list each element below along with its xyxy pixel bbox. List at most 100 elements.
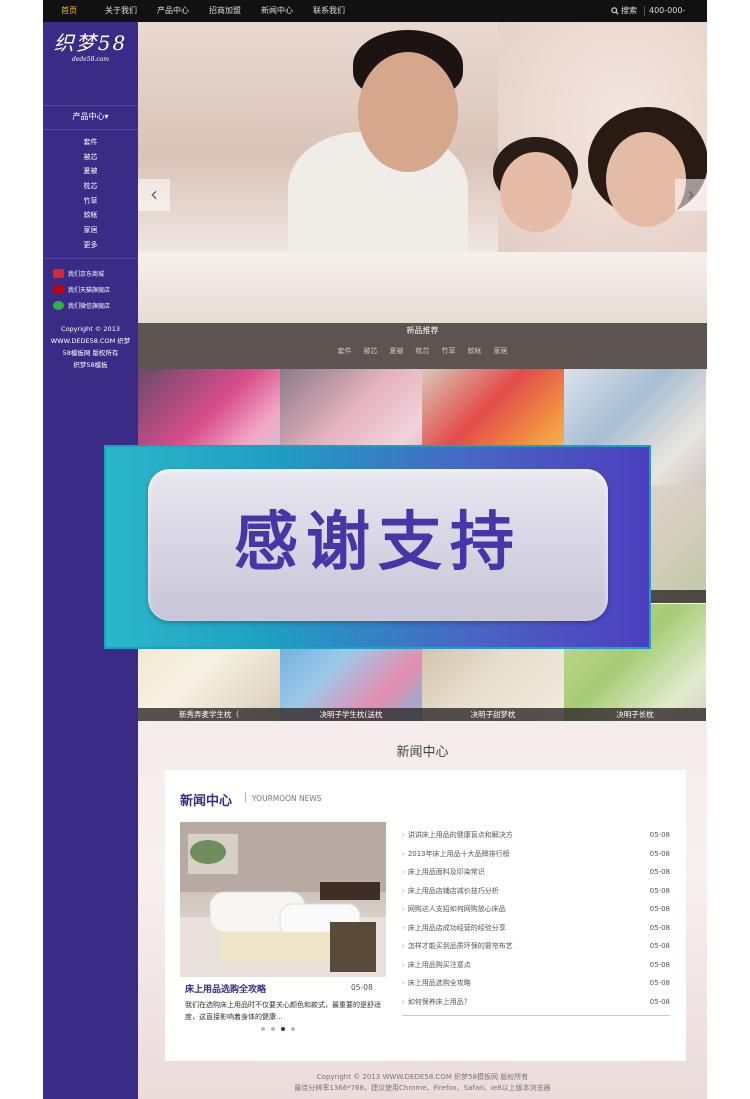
- category-list: 套件 被芯 夏被 枕芯 竹草 蚊帐 家居 更多: [43, 135, 138, 253]
- category-item[interactable]: 更多: [43, 238, 138, 253]
- thanks-banner-plate: 感谢支持: [148, 469, 608, 621]
- news-card-separator: |: [244, 792, 248, 803]
- new-products-categories: 套件 被芯 夏被 枕芯 竹草 蚊帐 家居: [138, 346, 707, 356]
- news-item-date: 05-08: [649, 905, 670, 913]
- footer-copyright: Copyright © 2013 WWW.DEDE58.COM 织梦58模板网 …: [316, 1073, 529, 1081]
- shop-label: 我们微信旗舰店: [68, 302, 111, 310]
- sidebar-copyright: Copyright © 2013 WWW.DEDE58.COM 织梦 58模板网…: [47, 323, 134, 371]
- news-item-date: 05-08: [649, 849, 670, 858]
- hero-photo-father-face: [358, 52, 458, 172]
- news-list-item[interactable]: 如何保养床上用品？ 05-08: [402, 993, 670, 1012]
- jd-shop-link[interactable]: 我们京东商城: [53, 265, 138, 281]
- main-menu: 首页 关于我们 产品中心 招商加盟 新闻中心 联系我们: [43, 0, 355, 22]
- shop-links: 我们京东商城 我们天猫旗舰店 我们微信旗舰店: [53, 265, 138, 313]
- news-item-date: 05-08: [649, 979, 670, 987]
- new-products-tab[interactable]: 枕芯: [416, 346, 430, 356]
- category-item[interactable]: 套件: [43, 135, 138, 150]
- search-icon: [611, 7, 619, 15]
- news-list-item[interactable]: 网购达人支招如何网购放心床品 05-08: [402, 900, 670, 919]
- news-list-item[interactable]: 床上用品店成功经营的经验分享 05-08: [402, 919, 670, 938]
- new-products-tab[interactable]: 家居: [494, 346, 508, 356]
- new-products-tab[interactable]: 套件: [338, 346, 352, 356]
- news-item-date: 05-08: [649, 960, 670, 969]
- news-list-item[interactable]: 床上用品面料及印染常识 05-08: [402, 863, 670, 882]
- chevron-right-icon: ›: [687, 182, 695, 206]
- category-item[interactable]: 蚊帐: [43, 208, 138, 223]
- thanks-banner-text: 感谢支持: [234, 506, 522, 580]
- news-list-item[interactable]: 怎样才能买到品质环保的婴帘布艺 05-08: [402, 937, 670, 956]
- shop-label: 我们天猫旗舰店: [68, 286, 111, 294]
- sidebar-divider: [43, 105, 138, 106]
- category-item[interactable]: 枕芯: [43, 179, 138, 194]
- nav-products[interactable]: 产品中心: [147, 0, 199, 22]
- news-list-item[interactable]: 2013年床上用品十大品牌排行榜 05-08: [402, 845, 670, 864]
- news-item-date: 05-08: [649, 997, 670, 1006]
- news-item-date: 05-08: [649, 831, 670, 839]
- product-caption: 决明子长枕: [564, 708, 706, 721]
- carousel-dot[interactable]: [261, 1027, 265, 1031]
- new-products-tab[interactable]: 被芯: [364, 346, 378, 356]
- news-list-item[interactable]: 床上用品店铺店减价技巧分析 05-08: [402, 882, 670, 901]
- news-card-title: 新闻中心: [180, 794, 233, 809]
- news-list: 讲讲床上用品的健康盲点和解决方 05-08 2013年床上用品十大品牌排行榜 05-…: [402, 826, 670, 1016]
- nav-about[interactable]: 关于我们: [95, 0, 147, 22]
- news-list-item[interactable]: 讲讲床上用品的健康盲点和解决方 05-08: [402, 826, 670, 845]
- news-item-title: 床上用品选购全攻略: [402, 974, 471, 993]
- slider-prev-button[interactable]: ‹: [138, 179, 170, 211]
- shop-label: 我们京东商城: [68, 270, 105, 278]
- wechat-shop-link[interactable]: 我们微信旗舰店: [53, 297, 138, 313]
- news-item-title: 床上用品店成功经营的经验分享: [402, 919, 506, 938]
- news-section: 新闻中心 新闻中心 | YOURMOON NEWS 床上用品选购全攻略 05-0…: [138, 721, 707, 1099]
- chevron-left-icon: ‹: [150, 182, 158, 206]
- news-list-item[interactable]: 床上用品选购全攻略 05-08: [402, 974, 670, 993]
- category-item[interactable]: 夏被: [43, 164, 138, 179]
- news-card-subtitle: YOURMOON NEWS: [252, 794, 322, 803]
- featured-news-image[interactable]: [180, 822, 386, 977]
- topbar-divider: [644, 6, 645, 16]
- carousel-dot[interactable]: [291, 1027, 295, 1031]
- new-products-tab[interactable]: 蚊帐: [468, 346, 482, 356]
- new-products-title: 新品推荐: [406, 326, 439, 335]
- new-products-tab[interactable]: 竹草: [442, 346, 456, 356]
- slider-next-button[interactable]: ›: [675, 179, 707, 211]
- news-list-item[interactable]: 床上用品购买注意点 05-08: [402, 956, 670, 975]
- top-navigation-bar: 首页 关于我们 产品中心 招商加盟 新闻中心 联系我们 搜索 400-000-0…: [43, 0, 707, 37]
- thanks-banner: 感谢支持: [104, 445, 651, 649]
- wechat-icon: [53, 300, 64, 310]
- new-products-bar: 新品推荐 套件 被芯 夏被 枕芯 竹草 蚊帐 家居: [138, 323, 707, 369]
- news-item-title: 2013年床上用品十大品牌排行榜: [402, 845, 510, 864]
- category-item[interactable]: 被芯: [43, 150, 138, 165]
- site-logo[interactable]: 织梦58 dede58.com: [43, 32, 138, 112]
- carousel-dot[interactable]: [271, 1027, 275, 1031]
- category-item[interactable]: 竹草: [43, 194, 138, 209]
- nav-franchise[interactable]: 招商加盟: [199, 0, 251, 22]
- nav-home[interactable]: 首页: [43, 0, 95, 22]
- search-button[interactable]: 搜索: [611, 0, 637, 22]
- nav-contact[interactable]: 联系我们: [303, 0, 355, 22]
- new-products-tab[interactable]: 夏被: [390, 346, 404, 356]
- product-caption: 新秀弄麦学生枕（: [138, 708, 280, 721]
- news-item-title: 床上用品面料及印染常识: [402, 863, 485, 882]
- product-center-dropdown[interactable]: 产品中心▾: [43, 111, 138, 122]
- news-item-title: 怎样才能买到品质环保的婴帘布艺: [402, 937, 513, 956]
- copyright-line: Copyright © 2013: [61, 325, 120, 333]
- carousel-dot-active[interactable]: [281, 1027, 285, 1031]
- page-footer: Copyright © 2013 WWW.DEDE58.COM 织梦58模板网 …: [138, 1072, 707, 1094]
- news-item-date: 05-08: [649, 868, 670, 876]
- jd-icon: [53, 268, 64, 278]
- nav-news[interactable]: 新闻中心: [251, 0, 303, 22]
- copyright-line: 织梦58模板: [73, 361, 108, 369]
- carousel-dots: [261, 1027, 295, 1031]
- copyright-line: 58模板网 版权所有: [62, 349, 119, 357]
- hero-slider: ‹ ›: [138, 22, 707, 323]
- news-item-title: 床上用品店铺店减价技巧分析: [402, 882, 499, 901]
- news-item-title: 床上用品购买注意点: [402, 956, 471, 975]
- featured-news-title[interactable]: 床上用品选购全攻略: [185, 982, 266, 995]
- tmall-shop-link[interactable]: 我们天猫旗舰店: [53, 281, 138, 297]
- news-section-heading: 新闻中心: [396, 745, 449, 760]
- hero-photo-blanket: [138, 252, 707, 323]
- logo-text: 织梦58: [53, 31, 128, 55]
- news-card: 新闻中心 | YOURMOON NEWS 床上用品选购全攻略 05-08 我们在…: [165, 770, 686, 1061]
- copyright-line: WWW.DEDE58.COM 织梦: [50, 337, 131, 345]
- category-item[interactable]: 家居: [43, 223, 138, 238]
